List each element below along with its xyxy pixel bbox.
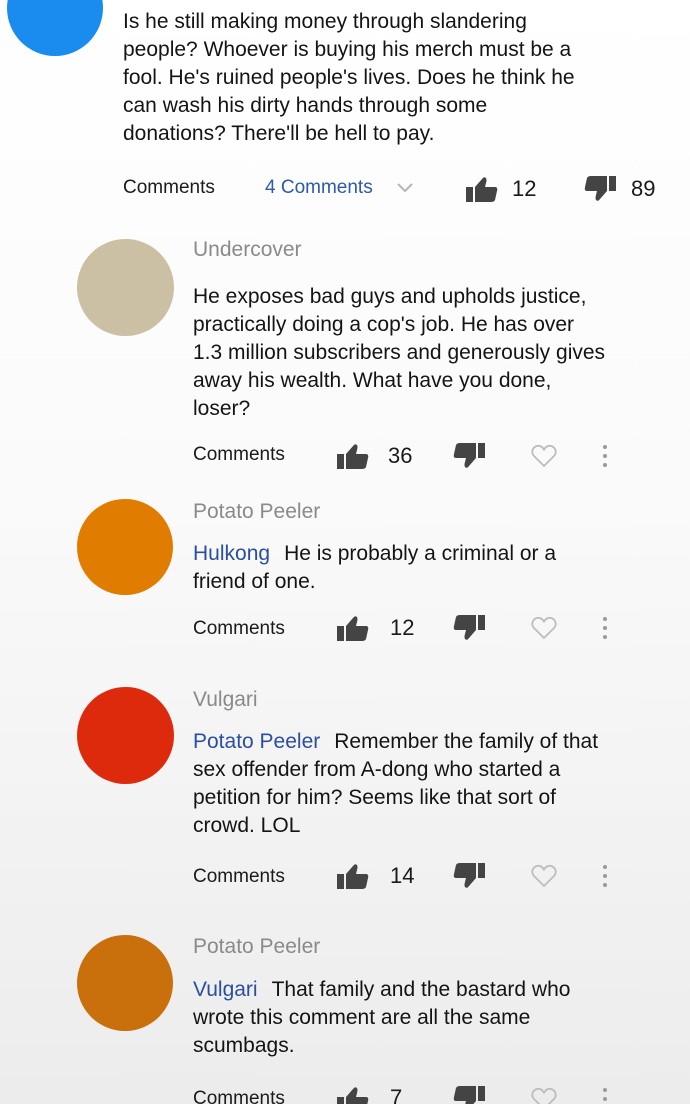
heart-icon[interactable] bbox=[531, 1087, 557, 1104]
avatar[interactable] bbox=[77, 499, 173, 595]
chevron-down-icon[interactable] bbox=[397, 183, 413, 193]
thumbs-up-icon[interactable] bbox=[466, 176, 498, 202]
more-vertical-icon[interactable] bbox=[602, 864, 608, 888]
thumbs-up-icon[interactable] bbox=[337, 615, 369, 641]
comments-label[interactable]: Comments bbox=[193, 444, 285, 466]
comments-label[interactable]: Comments bbox=[193, 618, 285, 640]
more-vertical-icon[interactable] bbox=[602, 444, 608, 468]
mention-link[interactable]: Vulgari bbox=[193, 978, 258, 1001]
comment-text: Potato Peeler Remember the family of that… bbox=[193, 728, 608, 840]
avatar[interactable] bbox=[77, 935, 173, 1031]
thumbs-down-icon[interactable] bbox=[453, 615, 485, 641]
comments-label: Comments bbox=[123, 177, 215, 198]
thumbs-down-icon[interactable] bbox=[453, 863, 485, 889]
thumbs-down-icon[interactable] bbox=[584, 176, 616, 202]
thumbs-up-icon[interactable] bbox=[337, 863, 369, 889]
author-name[interactable]: Potato Peeler bbox=[193, 499, 320, 525]
thumbs-down-icon[interactable] bbox=[453, 1086, 485, 1104]
comment-text: Hulkong He is probably a criminal or a fr… bbox=[193, 540, 593, 596]
author-name[interactable]: Potato Peeler bbox=[193, 934, 320, 960]
author-name[interactable]: Vulgari bbox=[193, 687, 258, 713]
dislike-count: 89 bbox=[631, 176, 656, 201]
mention-link[interactable]: Hulkong bbox=[193, 542, 270, 565]
mention-link[interactable]: Potato Peeler bbox=[193, 730, 320, 753]
heart-icon[interactable] bbox=[531, 616, 557, 640]
like-count: 12 bbox=[512, 176, 537, 201]
comments-label[interactable]: Comments bbox=[193, 866, 285, 888]
more-vertical-icon[interactable] bbox=[602, 1087, 608, 1104]
thumbs-up-icon[interactable] bbox=[337, 1086, 369, 1104]
comment-text: He exposes bad guys and upholds justice,… bbox=[193, 285, 606, 420]
heart-icon[interactable] bbox=[531, 444, 557, 468]
like-count: 36 bbox=[388, 443, 413, 468]
comments-label[interactable]: Comments bbox=[193, 1088, 285, 1104]
avatar[interactable] bbox=[77, 239, 174, 336]
like-count: 7 bbox=[390, 1085, 403, 1104]
like-count: 12 bbox=[390, 615, 415, 640]
comment-text: Is he still making money through slander… bbox=[123, 10, 575, 145]
more-vertical-icon[interactable] bbox=[602, 616, 608, 640]
thumbs-up-icon[interactable] bbox=[337, 443, 369, 469]
replies-toggle-link[interactable]: 4 Comments bbox=[265, 177, 373, 199]
thumbs-down-icon[interactable] bbox=[453, 443, 485, 469]
avatar[interactable] bbox=[77, 687, 174, 784]
heart-icon[interactable] bbox=[531, 864, 557, 888]
like-count: 14 bbox=[390, 863, 415, 888]
avatar[interactable] bbox=[7, 0, 103, 56]
author-name[interactable]: Undercover bbox=[193, 237, 302, 263]
comment-text: Vulgari That family and the bastard who w… bbox=[193, 976, 608, 1060]
